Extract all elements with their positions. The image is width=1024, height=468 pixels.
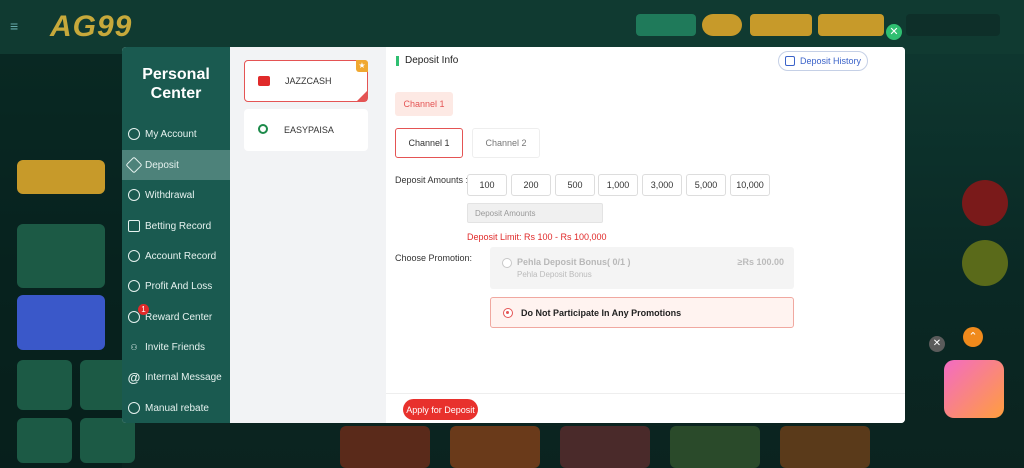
method-jazzcash[interactable]: JAZZCASH ★	[244, 60, 368, 102]
sidebar: Personal Center My Account Deposit Withd…	[122, 47, 230, 423]
sidebar-item-invite-friends[interactable]: ⚇ Invite Friends	[122, 332, 230, 362]
promotion-radio-selected[interactable]	[503, 308, 513, 318]
scroll-up-icon[interactable]: ⌃	[963, 327, 983, 347]
easypaisa-mark	[258, 124, 268, 134]
bg-game-tile	[780, 426, 870, 468]
sidebar-item-deposit[interactable]: Deposit	[122, 150, 230, 180]
history-icon	[784, 56, 795, 66]
close-icon[interactable]: ✕	[886, 24, 902, 40]
bg-tile	[17, 360, 72, 410]
sidebar-item-my-account[interactable]: My Account	[122, 119, 230, 149]
amount-option-10000[interactable]: 10,000	[730, 174, 770, 196]
bg-game-tile	[450, 426, 540, 468]
bg-tile	[80, 418, 135, 463]
bar-chart-icon	[128, 189, 140, 201]
promotion-option-pehla[interactable]: Pehla Deposit Bonus( 0/1 ) Pehla Deposit…	[490, 247, 794, 289]
tag-icon	[125, 156, 143, 174]
choose-promotion-label: Choose Promotion:	[395, 253, 473, 263]
amount-option-3000[interactable]: 3,000	[642, 174, 682, 196]
method-easypaisa[interactable]: EASYPAISA	[244, 109, 368, 151]
sidebar-item-withdrawal[interactable]: Withdrawal	[122, 180, 230, 210]
channel-1-button[interactable]: Channel 1	[395, 128, 463, 158]
deposit-amount-input[interactable]: Deposit Amounts	[467, 203, 603, 223]
gift-box-icon[interactable]	[944, 360, 1004, 418]
star-icon: ★	[356, 60, 368, 72]
list-icon	[128, 250, 140, 262]
selected-corner	[357, 91, 367, 101]
amount-option-500[interactable]: 500	[555, 174, 595, 196]
sidebar-item-profit-and-loss[interactable]: Profit And Loss	[122, 271, 230, 301]
payment-methods: JAZZCASH ★ EASYPAISA	[230, 47, 386, 423]
amount-option-5000[interactable]: 5,000	[686, 174, 726, 196]
notification-badge: 1	[138, 304, 149, 315]
deposit-top-button[interactable]	[750, 14, 812, 36]
invite-icon: ⚇	[130, 342, 138, 352]
sidebar-item-internal-message[interactable]: @ Internal Message	[122, 362, 230, 392]
apply-for-deposit-button[interactable]: Apply for Deposit	[403, 399, 478, 420]
bg-round-icon	[962, 180, 1008, 226]
sidebar-item-account-record[interactable]: Account Record	[122, 241, 230, 271]
sidebar-item-reward-center[interactable]: 1 Reward Center	[122, 302, 230, 332]
bg-tile	[17, 224, 105, 288]
amount-option-200[interactable]: 200	[511, 174, 551, 196]
personal-center-modal: Personal Center My Account Deposit Withd…	[122, 47, 905, 423]
channel-2-button[interactable]: Channel 2	[472, 128, 540, 158]
channel-tag[interactable]: Channel 1	[395, 92, 453, 116]
bg-tile	[17, 160, 105, 194]
bg-game-tile	[560, 426, 650, 468]
rebate-icon	[128, 402, 140, 414]
deposit-info-header: Deposit Info	[396, 55, 458, 66]
sidebar-item-betting-record[interactable]: Betting Record	[122, 211, 230, 241]
jazzcash-mark	[258, 75, 270, 86]
pl-icon	[128, 280, 140, 292]
amount-option-100[interactable]: 100	[467, 174, 507, 196]
bg-tile	[17, 418, 72, 463]
amount-option-1000[interactable]: 1,000	[598, 174, 638, 196]
bg-round-icon	[962, 240, 1008, 286]
jazzcash-logo	[251, 68, 277, 94]
avatar[interactable]	[702, 14, 742, 36]
user-circle-icon	[128, 128, 140, 140]
close-float-icon[interactable]: ✕	[929, 336, 945, 352]
easypaisa-logo	[250, 117, 276, 143]
balance-pill[interactable]	[636, 14, 696, 36]
promotion-radio[interactable]	[502, 258, 512, 268]
header-accent-bar	[396, 55, 399, 66]
withdrawal-top-button[interactable]	[818, 14, 884, 36]
app-logo: AG99	[50, 10, 133, 43]
promotion-option-none[interactable]: Do Not Participate In Any Promotions	[490, 297, 794, 328]
sidebar-item-manual-rebate[interactable]: Manual rebate	[122, 393, 230, 423]
deposit-history-button[interactable]: Deposit History	[778, 51, 868, 71]
document-icon	[128, 220, 140, 232]
deposit-content: Deposit Info Deposit History Channel 1 C…	[386, 47, 905, 423]
bg-game-tile	[340, 426, 430, 468]
bg-tile	[17, 295, 105, 350]
search-box[interactable]	[906, 14, 1000, 36]
deposit-limit: Deposit Limit: Rs 100 - Rs 100,000	[467, 232, 607, 242]
deposit-amounts-label: Deposit Amounts :	[395, 175, 469, 185]
footer-divider	[386, 393, 905, 394]
sidebar-title: Personal Center	[142, 66, 210, 102]
bg-game-tile	[670, 426, 760, 468]
at-icon: @	[127, 369, 141, 385]
menu-icon[interactable]: ≡	[10, 18, 18, 34]
